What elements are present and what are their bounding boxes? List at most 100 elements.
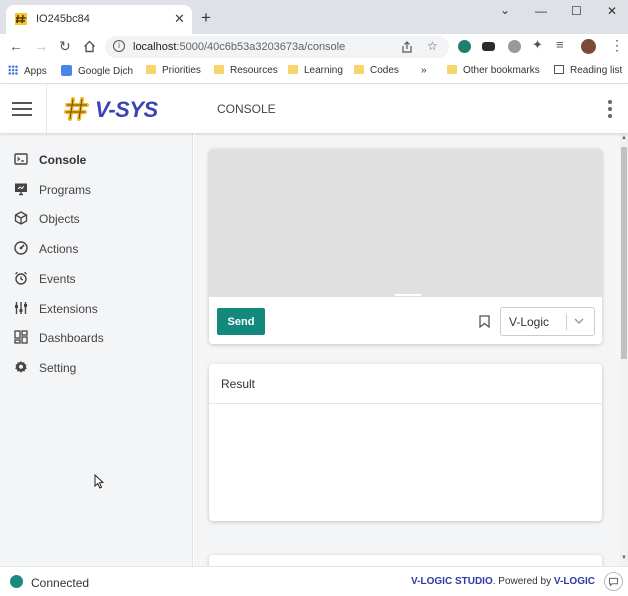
google-translate-icon bbox=[61, 65, 72, 76]
sidebar-item-label: Events bbox=[39, 272, 76, 286]
forward-icon[interactable]: → bbox=[34, 38, 48, 54]
sidebar-item-label: Actions bbox=[39, 242, 79, 256]
console-card: Send V-Logic bbox=[209, 149, 602, 344]
menu-icon[interactable] bbox=[12, 102, 32, 116]
browser-tab-bar: IO245bc84 ✕ + ⌄ — ☐ ✕ bbox=[0, 0, 628, 34]
site-info-icon[interactable]: i bbox=[113, 40, 125, 52]
terminal-icon bbox=[14, 153, 28, 165]
app-favicon-icon bbox=[15, 13, 27, 25]
page-title: CONSOLE bbox=[217, 102, 276, 116]
app-logo[interactable]: V-SYS bbox=[95, 97, 158, 123]
media-queue-icon[interactable]: ≡ bbox=[556, 37, 564, 52]
speedometer-icon bbox=[14, 241, 28, 255]
cube-icon bbox=[14, 211, 28, 225]
sidebar-item-label: Dashboards bbox=[39, 331, 104, 345]
bookmark-icon[interactable] bbox=[479, 315, 490, 328]
back-icon[interactable]: ← bbox=[9, 38, 23, 54]
scrollbar-thumb[interactable] bbox=[621, 147, 627, 359]
chevron-down-icon bbox=[574, 318, 584, 324]
more-options-icon[interactable] bbox=[608, 100, 612, 121]
folder-icon bbox=[354, 65, 364, 74]
bookmark-codes[interactable]: Codes bbox=[354, 65, 399, 76]
chat-icon[interactable] bbox=[604, 572, 623, 591]
editor-resize-handle[interactable] bbox=[395, 294, 421, 296]
main-scrollbar[interactable]: ▲ ▼ bbox=[620, 133, 628, 566]
tab-close-icon[interactable]: ✕ bbox=[174, 11, 185, 27]
sidebar-item-events[interactable]: Events bbox=[0, 265, 193, 293]
select-divider bbox=[566, 314, 567, 330]
sidebar: Console Programs Objects Actions Events … bbox=[0, 133, 193, 566]
tab-search-icon[interactable]: ⌄ bbox=[500, 3, 510, 17]
folder-icon bbox=[146, 65, 156, 74]
sidebar-item-actions[interactable]: Actions bbox=[0, 235, 193, 263]
folder-icon bbox=[288, 65, 298, 74]
sidebar-item-extensions[interactable]: Extensions bbox=[0, 295, 193, 323]
scroll-down-icon[interactable]: ▼ bbox=[621, 555, 627, 561]
reload-icon[interactable]: ↻ bbox=[59, 38, 71, 55]
dashboard-icon bbox=[14, 330, 28, 344]
bookmark-other[interactable]: Other bookmarks bbox=[447, 65, 540, 76]
connection-status: Connected bbox=[31, 576, 90, 590]
extension-pumpkin-icon[interactable] bbox=[508, 40, 521, 53]
sidebar-item-objects[interactable]: Objects bbox=[0, 205, 193, 233]
language-select-value: V-Logic bbox=[509, 315, 550, 329]
bookmark-learning[interactable]: Learning bbox=[288, 65, 343, 76]
extension-mask-icon[interactable] bbox=[482, 42, 495, 51]
bookmark-apps[interactable]: Apps bbox=[8, 65, 47, 77]
bookmark-google-dich[interactable]: Google Dịch bbox=[61, 65, 133, 77]
monitor-code-icon bbox=[15, 183, 27, 196]
result-title: Result bbox=[221, 377, 256, 391]
extensions-puzzle-icon[interactable]: ✦ bbox=[532, 37, 543, 53]
url-text: localhost:5000/40c6b53a3203673a/console bbox=[133, 41, 346, 53]
address-toolbar: ← → ↻ i localhost:5000/40c6b53a3203673a/… bbox=[0, 34, 628, 60]
status-footer: Connected V-LOGIC STUDIO. Powered by V-L… bbox=[0, 566, 628, 596]
reading-list[interactable]: Reading list bbox=[554, 65, 622, 76]
studio-link[interactable]: V-LOGIC STUDIO bbox=[411, 576, 493, 587]
bookmarks-overflow-icon[interactable]: » bbox=[421, 65, 427, 76]
sidebar-item-label: Extensions bbox=[39, 302, 98, 316]
language-select[interactable]: V-Logic bbox=[500, 307, 595, 336]
vlogic-link[interactable]: V-LOGIC bbox=[554, 576, 595, 587]
footer-credits: V-LOGIC STUDIO. Powered by V-LOGIC bbox=[411, 576, 595, 587]
connection-globe-icon bbox=[10, 575, 23, 588]
app-header: V-SYS CONSOLE bbox=[0, 85, 628, 133]
result-divider bbox=[209, 403, 602, 404]
sidebar-item-console[interactable]: Console bbox=[0, 146, 193, 174]
share-icon[interactable] bbox=[401, 41, 413, 53]
sidebar-item-label: Console bbox=[39, 153, 87, 167]
sidebar-item-dashboards[interactable]: Dashboards bbox=[0, 324, 193, 352]
bookmark-star-icon[interactable]: ☆ bbox=[427, 39, 438, 53]
window-close-icon[interactable]: ✕ bbox=[607, 4, 617, 18]
browser-tab[interactable]: IO245bc84 ✕ bbox=[6, 5, 192, 34]
extension-check-icon[interactable] bbox=[458, 40, 471, 53]
header-divider bbox=[46, 85, 47, 133]
apps-grid-icon bbox=[8, 65, 18, 75]
alarm-clock-icon bbox=[15, 271, 27, 285]
folder-icon bbox=[447, 65, 457, 74]
code-editor[interactable] bbox=[209, 149, 602, 297]
bookmark-priorities[interactable]: Priorities bbox=[146, 65, 201, 76]
sidebar-item-programs[interactable]: Programs bbox=[0, 176, 193, 204]
additional-card bbox=[209, 555, 602, 566]
sidebar-item-label: Objects bbox=[39, 212, 80, 226]
sidebar-item-label: Programs bbox=[39, 183, 92, 197]
gear-icon bbox=[15, 360, 27, 373]
profile-avatar[interactable] bbox=[581, 39, 596, 54]
result-card: Result bbox=[209, 364, 602, 521]
chrome-menu-icon[interactable]: ⋮ bbox=[610, 37, 624, 54]
url-bar[interactable]: i localhost:5000/40c6b53a3203673a/consol… bbox=[105, 36, 449, 58]
sidebar-item-setting[interactable]: Setting bbox=[0, 354, 193, 382]
logo-mark-icon bbox=[64, 97, 89, 121]
minimize-icon[interactable]: — bbox=[535, 4, 547, 18]
scroll-up-icon[interactable]: ▲ bbox=[621, 135, 627, 141]
send-button[interactable]: Send bbox=[217, 308, 265, 335]
bookmark-resources[interactable]: Resources bbox=[214, 65, 278, 76]
home-icon[interactable] bbox=[83, 40, 96, 53]
mouse-cursor-icon bbox=[94, 474, 104, 489]
maximize-icon[interactable]: ☐ bbox=[571, 4, 582, 18]
sidebar-item-label: Setting bbox=[39, 361, 77, 375]
bookmarks-bar: Apps Google Dịch Priorities Resources Le… bbox=[0, 60, 628, 84]
main-content: Send V-Logic Result bbox=[194, 133, 628, 566]
new-tab-button[interactable]: + bbox=[201, 8, 211, 28]
reading-list-icon bbox=[554, 65, 564, 74]
